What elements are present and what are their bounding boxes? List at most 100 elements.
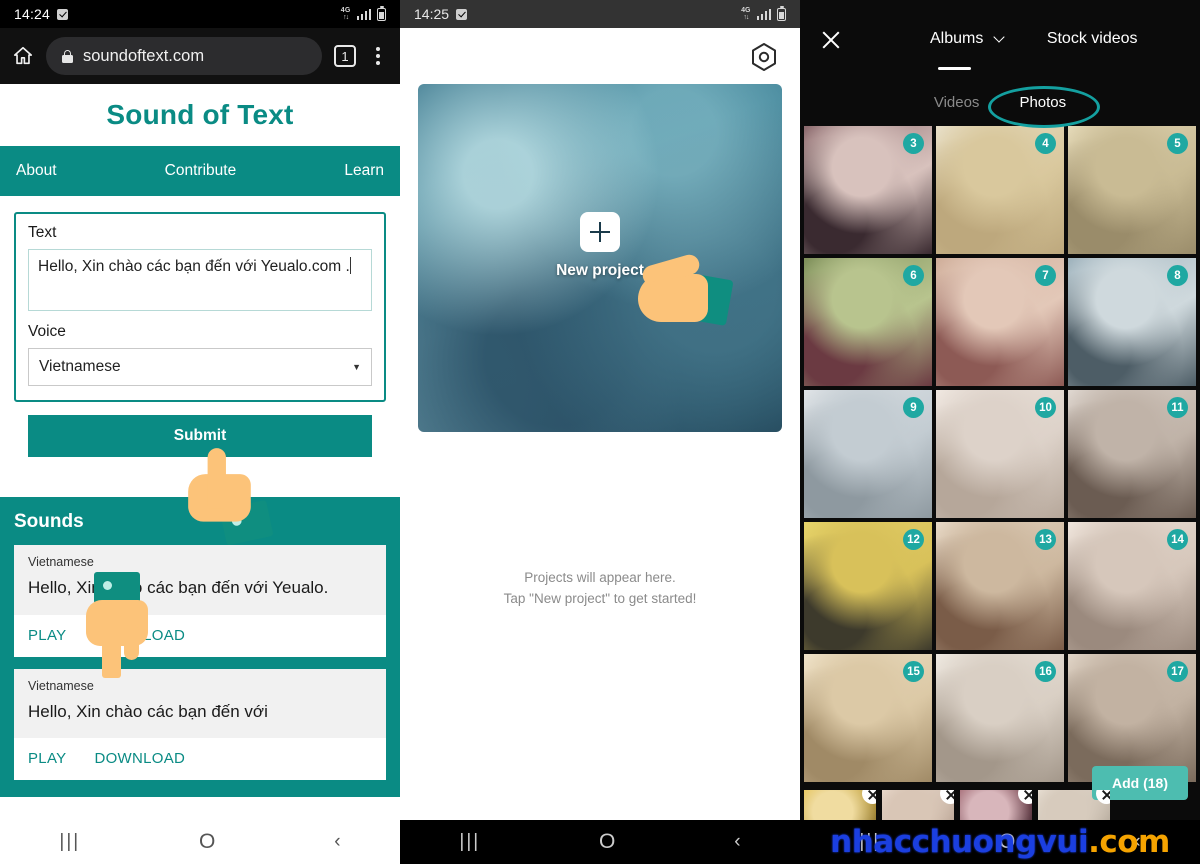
photo-selection-badge: 3 [903,133,924,154]
android-navbar: ||| O ‹ [0,820,400,864]
photo-selection-badge: 14 [1167,529,1188,550]
voice-field-label: Voice [28,323,66,340]
empty-state-message: Projects will appear here. Tap "New proj… [400,568,800,610]
photo-grid-cell[interactable]: 12 [804,522,932,650]
tab-count-button[interactable]: 1 [334,45,356,67]
panel-browser-soundoftext: 14:24 4G ↑↓ soundoftext.com 1 Sound of Te… [0,0,400,864]
battery-icon [777,5,786,21]
photo-selection-badge: 8 [1167,265,1188,286]
hex-settings-icon[interactable] [750,42,778,72]
home-icon[interactable] [12,45,34,67]
plus-icon[interactable] [580,212,620,252]
subtab-photos[interactable]: Photos [1007,88,1078,117]
nav-link-learn[interactable]: Learn [344,162,384,180]
status-icons: 4G ↑↓ [340,5,386,21]
photo-grid-cell[interactable]: 16 [936,654,1064,782]
text-input[interactable]: Hello, Xin chào các bạn đến với Yeualo.c… [28,249,372,311]
download-button[interactable]: DOWNLOAD [94,627,185,644]
photo-grid-cell[interactable]: 15 [804,654,932,782]
text-input-value: Hello, Xin chào các bạn đến với Yeualo.c… [38,258,350,275]
sound-card-actions: PLAY DOWNLOAD [14,738,386,780]
photo-selection-badge: 4 [1035,133,1056,154]
status-check-icon [456,8,468,20]
sound-card-body: Vietnamese Hello, Xin chào các bạn đến v… [14,668,386,739]
photo-grid-cell[interactable]: 6 [804,258,932,386]
lock-icon [62,49,73,63]
empty-line-1: Projects will appear here. [524,570,676,585]
network-4g-icon: 4G ↑↓ [340,7,351,21]
android-navbar: ||| O ‹ [400,820,800,864]
tab-stock-videos[interactable]: Stock videos [1047,30,1138,48]
kebab-menu-icon[interactable] [368,47,388,65]
site-nav: About Contribute Learn [0,146,400,196]
photo-selection-badge: 11 [1167,397,1188,418]
photo-grid-cell[interactable]: 17 [1068,654,1196,782]
screenshot-root: 14:24 4G ↑↓ soundoftext.com 1 Sound of Te… [0,0,1200,864]
photo-grid-cell[interactable]: 5 [1068,126,1196,254]
tab-albums[interactable]: Albums [930,30,1005,70]
nav-link-about[interactable]: About [16,162,57,180]
photo-selection-badge: 5 [1167,133,1188,154]
nav-recents-button[interactable]: ||| [459,831,480,853]
site-brand: Sound of Text [0,84,400,146]
nav-recents-button[interactable]: ||| [59,831,80,853]
panel-video-editor: 14:25 4G ↑↓ New project Projects will ap… [400,0,800,864]
new-project-cta[interactable]: New project [418,212,782,280]
photo-grid-cell[interactable]: 7 [936,258,1064,386]
text-caret [349,257,351,274]
voice-select[interactable]: Vietnamese ▼ [28,348,372,386]
photo-grid-cell[interactable]: 11 [1068,390,1196,518]
new-project-label: New project [556,262,644,279]
photo-grid-cell[interactable]: 13 [936,522,1064,650]
photo-grid-cell[interactable]: 4 [936,126,1064,254]
url-text: soundoftext.com [83,46,205,65]
project-preview-card[interactable]: New project [418,84,782,432]
close-icon[interactable] [820,28,842,50]
photo-grid: 3 4 5 6 7 8 9 10 11 12 13 14 15 16 17 [800,126,1200,782]
photo-grid-cell[interactable]: 14 [1068,522,1196,650]
nav-link-contribute[interactable]: Contribute [165,162,237,180]
chevron-down-icon [993,31,1005,43]
status-icons: 4G ↑↓ [741,5,786,21]
signal-icon [756,8,771,20]
toolbar [400,28,800,72]
sound-language: Vietnamese [28,678,94,693]
editor-body: New project Projects will appear here. T… [400,28,800,820]
play-button[interactable]: PLAY [28,627,66,644]
watermark-name: nhacchuongvui [830,824,1089,860]
photo-selection-badge: 12 [903,529,924,550]
nav-back-button[interactable]: ‹ [734,831,740,853]
tab-albums-label: Albums [930,30,984,47]
download-button[interactable]: DOWNLOAD [94,750,185,767]
photo-grid-cell[interactable]: 10 [936,390,1064,518]
watermark: nhacchuongvui.com [800,824,1200,860]
sounds-section: Sounds Vietnamese Hello, Xin chào các bạ… [0,497,400,797]
status-time: 14:24 [14,6,51,22]
sounds-heading: Sounds [14,511,84,532]
photo-grid-cell[interactable]: 8 [1068,258,1196,386]
photo-selection-badge: 6 [903,265,924,286]
page-title: Sound of Text [106,99,294,130]
text-field-label: Text [28,224,57,241]
subtab-videos[interactable]: Videos [922,88,992,117]
photo-grid-cell[interactable]: 9 [804,390,932,518]
photo-grid-cell[interactable]: 3 [804,126,932,254]
picker-top-bar: Albums Stock videos [800,0,1200,78]
photo-selection-badge: 17 [1167,661,1188,682]
status-bar: 14:24 4G ↑↓ [0,0,400,28]
nav-home-button[interactable]: O [199,830,215,854]
battery-icon [377,5,386,21]
status-bar: 14:25 4G ↑↓ [400,0,800,28]
browser-url-bar: soundoftext.com 1 [0,28,400,84]
submit-button[interactable]: Submit [28,415,372,457]
play-button[interactable]: PLAY [28,750,66,767]
photo-selection-badge: 16 [1035,661,1056,682]
photo-selection-badge: 7 [1035,265,1056,286]
nav-back-button[interactable]: ‹ [334,831,340,853]
photo-selection-badge: 15 [903,661,924,682]
sound-card-actions: PLAY DOWNLOAD [14,615,386,657]
form-box: Text Hello, Xin chào các bạn đến với Yeu… [14,212,386,402]
sound-text: Hello, Xin chào các bạn đến với Yeualo. [28,578,329,597]
nav-home-button[interactable]: O [599,830,615,854]
omnibox[interactable]: soundoftext.com [46,37,322,75]
